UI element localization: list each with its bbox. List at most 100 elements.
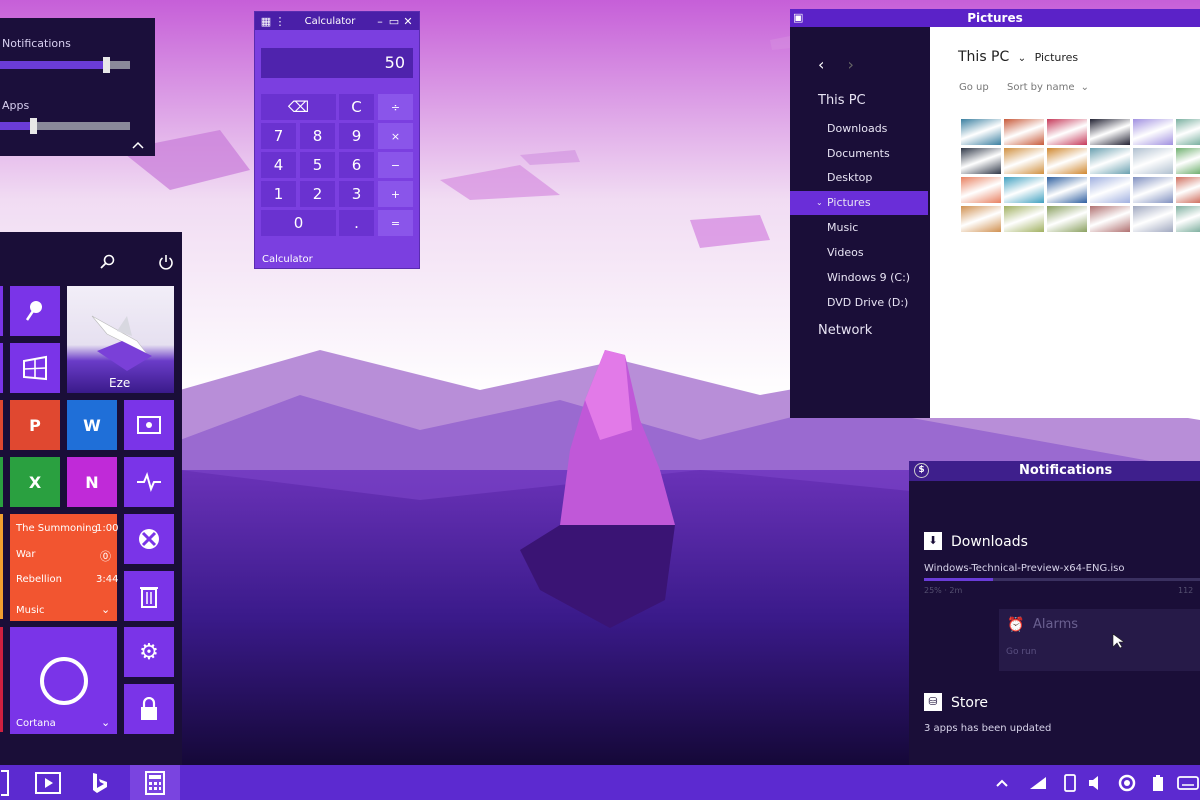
picture-thumbnail[interactable] (1176, 206, 1200, 232)
sort-dropdown[interactable]: Sort by name ⌄ (1007, 82, 1089, 93)
decimal-button[interactable]: . (339, 210, 374, 236)
tile-partial[interactable] (0, 400, 3, 450)
sidebar-item-desktop[interactable]: Desktop (790, 166, 930, 190)
tray-volume[interactable] (1086, 765, 1108, 800)
picture-thumbnail[interactable] (1090, 206, 1130, 232)
tile-health[interactable] (124, 457, 174, 507)
tile-music[interactable]: The Summoning 1:00 War ⓪ Rebellion 3:44 … (10, 514, 118, 621)
store-title[interactable]: Store (951, 695, 988, 711)
back-arrow-icon[interactable]: ‹ (818, 55, 824, 74)
notifications-volume-thumb[interactable] (103, 57, 110, 73)
breadcrumb-root[interactable]: This PC (958, 49, 1009, 65)
picture-thumbnail[interactable] (961, 148, 1001, 174)
picture-thumbnail[interactable] (1133, 119, 1173, 145)
key-3[interactable]: 3 (339, 181, 374, 207)
apps-volume-thumb[interactable] (30, 118, 37, 134)
more-options-icon[interactable]: ⋮ (273, 15, 287, 28)
backspace-button[interactable]: ⌫ (261, 94, 336, 120)
downloads-title[interactable]: Downloads (951, 534, 1028, 550)
key-1[interactable]: 1 (261, 181, 296, 207)
clear-button[interactable]: C (339, 94, 374, 120)
tile-powerpoint[interactable]: P (10, 400, 60, 450)
tile-excel[interactable]: X (10, 457, 60, 507)
tile-onenote[interactable]: N (67, 457, 117, 507)
key-9[interactable]: 9 (339, 123, 374, 149)
sidebar-item-downloads[interactable]: Downloads (790, 117, 930, 141)
chevron-down-icon[interactable]: ⌄ (1018, 53, 1026, 64)
picture-thumbnail[interactable] (961, 206, 1001, 232)
tile-maps[interactable] (10, 286, 60, 336)
picture-thumbnail[interactable] (961, 177, 1001, 203)
sidebar-item-windows-c[interactable]: Windows 9 (C:) (790, 266, 930, 290)
close-icon[interactable]: ✕ (401, 15, 415, 28)
sidebar-item-videos[interactable]: Videos (790, 241, 930, 265)
chevron-up-icon[interactable] (132, 140, 144, 150)
tile-partial[interactable] (0, 514, 3, 619)
picture-thumbnail[interactable] (961, 119, 1001, 145)
apps-volume-slider[interactable] (0, 118, 130, 134)
sidebar-item-dvd-d[interactable]: DVD Drive (D:) (790, 291, 930, 315)
sidebar-item-music[interactable]: Music (790, 216, 930, 240)
tray-expand[interactable] (992, 765, 1012, 800)
key-2[interactable]: 2 (300, 181, 335, 207)
picture-thumbnail[interactable] (1004, 177, 1044, 203)
tile-xbox[interactable] (124, 514, 174, 564)
picture-thumbnail[interactable] (1047, 177, 1087, 203)
explorer-titlebar[interactable]: ▣ Pictures (790, 9, 1200, 27)
store-text[interactable]: 3 apps has been updated (924, 723, 1051, 734)
tile-partial[interactable] (0, 627, 3, 732)
key-7[interactable]: 7 (261, 123, 296, 149)
picture-thumbnail[interactable] (1176, 148, 1200, 174)
tray-battery[interactable] (1148, 765, 1168, 800)
picture-thumbnail[interactable] (1047, 119, 1087, 145)
tile-settings[interactable]: ⚙ (124, 627, 174, 677)
picture-thumbnail[interactable] (1004, 119, 1044, 145)
picture-thumbnail[interactable] (1047, 206, 1087, 232)
equals-button[interactable]: = (378, 210, 413, 236)
tile-store[interactable] (10, 343, 60, 393)
tile-camera[interactable] (124, 400, 174, 450)
notifications-volume-slider[interactable] (0, 57, 130, 73)
picture-thumbnail[interactable] (1090, 119, 1130, 145)
picture-thumbnail[interactable] (1047, 148, 1087, 174)
search-icon[interactable] (100, 254, 116, 270)
go-up-button[interactable]: Go up (959, 82, 989, 93)
picture-thumbnail[interactable] (1133, 206, 1173, 232)
taskbar-media-player[interactable] (30, 765, 66, 800)
tray-device[interactable] (1060, 765, 1080, 800)
sidebar-item-network[interactable]: Network (790, 319, 930, 343)
key-6[interactable]: 6 (339, 152, 374, 178)
subtract-button[interactable]: − (378, 152, 413, 178)
tray-keyboard[interactable] (1176, 765, 1200, 800)
minimize-icon[interactable]: – (373, 15, 387, 28)
tile-lock[interactable] (124, 684, 174, 734)
notifications-settings-icon[interactable]: $ (914, 463, 929, 478)
picture-thumbnail[interactable] (1133, 177, 1173, 203)
start-button[interactable] (0, 765, 10, 800)
key-0[interactable]: 0 (261, 210, 336, 236)
tile-user-eze[interactable]: Eze (67, 286, 174, 393)
tile-cortana[interactable]: Cortana ⌄ (10, 627, 117, 734)
divide-button[interactable]: ÷ (378, 94, 413, 120)
picture-thumbnail[interactable] (1133, 148, 1173, 174)
picture-thumbnail[interactable] (1090, 177, 1130, 203)
picture-thumbnail[interactable] (1176, 119, 1200, 145)
tray-signal[interactable] (1027, 765, 1049, 800)
multiply-button[interactable]: × (378, 123, 413, 149)
key-5[interactable]: 5 (300, 152, 335, 178)
add-button[interactable]: + (378, 181, 413, 207)
tray-action-center[interactable] (1116, 765, 1138, 800)
maximize-icon[interactable]: ▭ (387, 15, 401, 28)
key-4[interactable]: 4 (261, 152, 296, 178)
forward-arrow-icon[interactable]: › (848, 55, 854, 74)
taskbar-bing[interactable] (84, 765, 114, 800)
calculator-titlebar[interactable]: ▦ ⋮ Calculator – ▭ ✕ (255, 12, 419, 30)
alarms-notification[interactable]: ⏰ Alarms Go run (999, 609, 1200, 671)
tile-recycle-bin[interactable] (124, 571, 174, 621)
tile-partial[interactable] (0, 457, 3, 507)
picture-thumbnail[interactable] (1004, 148, 1044, 174)
sidebar-item-documents[interactable]: Documents (790, 142, 930, 166)
sidebar-item-pictures[interactable]: ⌄ Pictures (790, 191, 928, 215)
download-filename[interactable]: Windows-Technical-Preview-x64-ENG.iso (924, 563, 1124, 574)
key-8[interactable]: 8 (300, 123, 335, 149)
